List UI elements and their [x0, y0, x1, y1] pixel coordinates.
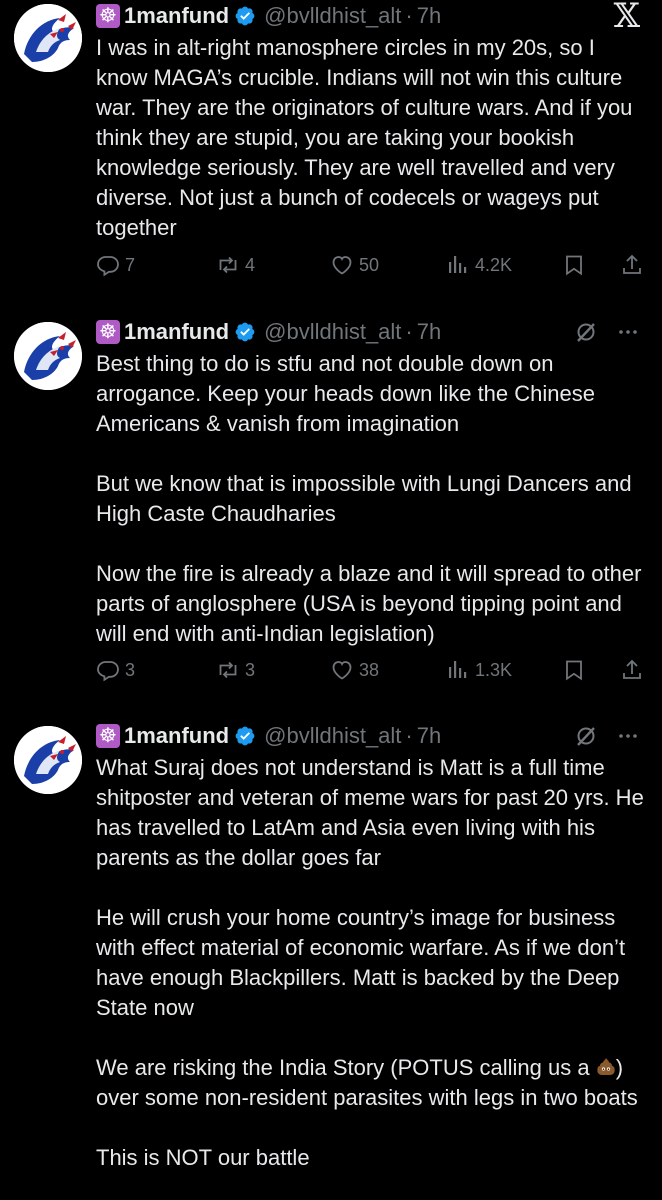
- views-icon: [446, 658, 470, 682]
- reply-count: 7: [125, 254, 136, 275]
- repost-button[interactable]: 4: [216, 250, 255, 280]
- separator-dot: ·: [405, 3, 413, 28]
- heart-icon: [330, 658, 354, 682]
- grok-icon[interactable]: [574, 724, 598, 748]
- repost-button[interactable]: 3: [216, 655, 255, 685]
- tweet-text: Best thing to do is stfu and not double …: [96, 349, 644, 649]
- display-name[interactable]: 1manfund: [124, 720, 229, 752]
- avatar-dragon-image: [14, 726, 82, 794]
- pile-of-poo-icon: [597, 1058, 615, 1075]
- views-button[interactable]: 4.2K: [446, 250, 512, 280]
- grok-icon[interactable]: [574, 320, 598, 344]
- handle[interactable]: @bvlldhist_alt: [264, 316, 401, 348]
- timestamp[interactable]: 7h: [417, 316, 441, 348]
- share-button[interactable]: [620, 250, 644, 280]
- tweet-paragraph: What Suraj does not understand is Matt i…: [96, 755, 644, 870]
- share-icon: [620, 253, 644, 277]
- verified-badge-icon: [234, 5, 256, 27]
- tweet-paragraph: Best thing to do is stfu and not double …: [96, 351, 595, 436]
- action-bar: 3 3 38 1.3K: [0, 655, 662, 685]
- display-name[interactable]: 1manfund: [124, 316, 229, 348]
- wheel-of-dharma-icon: ☸: [96, 724, 120, 748]
- bookmark-icon: [562, 253, 586, 277]
- tweet-paragraph: This is NOT our battle: [96, 1145, 310, 1170]
- repost-count: 3: [245, 659, 256, 680]
- paragraph-text: We are risking the India Story (POTUS ca…: [96, 1055, 596, 1080]
- tweet-text: What Suraj does not understand is Matt i…: [96, 753, 644, 1173]
- views-button[interactable]: 1.3K: [446, 655, 512, 685]
- tweet-paragraph: He will crush your home country’s image …: [96, 905, 626, 1020]
- like-button[interactable]: 50: [330, 250, 379, 280]
- timestamp[interactable]: 7h: [417, 0, 441, 32]
- verified-badge-icon: [234, 321, 256, 343]
- separator-dot: ·: [405, 319, 413, 344]
- views-icon: [446, 253, 470, 277]
- tweet-paragraph: We are risking the India Story (POTUS ca…: [96, 1053, 644, 1113]
- heart-icon: [330, 253, 354, 277]
- repost-icon: [216, 658, 240, 682]
- separator-dot: ·: [405, 723, 413, 748]
- tweet-paragraph: Now the fire is already a blaze and it w…: [96, 561, 642, 646]
- x-logo-icon: 𝕏: [613, 0, 640, 36]
- avatar[interactable]: [14, 726, 82, 794]
- bookmark-button[interactable]: [562, 655, 586, 685]
- repost-count: 4: [245, 254, 256, 275]
- avatar-dragon-image: [14, 322, 82, 390]
- reply-icon: [96, 658, 120, 682]
- tweet-paragraph: But we know that is impossible with Lung…: [96, 471, 632, 526]
- handle[interactable]: @bvlldhist_alt: [264, 720, 401, 752]
- tweet-header: ☸ 1manfund @bvlldhist_alt · 7h: [96, 316, 644, 348]
- display-name[interactable]: 1manfund: [124, 0, 229, 32]
- wheel-of-dharma-icon: ☸: [96, 320, 120, 344]
- wheel-of-dharma-icon: ☸: [96, 4, 120, 28]
- avatar[interactable]: [14, 4, 82, 72]
- like-count: 38: [359, 659, 380, 680]
- avatar-dragon-image: [14, 4, 82, 72]
- bookmark-icon: [562, 658, 586, 682]
- tweet-header: ☸ 1manfund @bvlldhist_alt · 7h: [96, 0, 644, 32]
- bookmark-button[interactable]: [562, 250, 586, 280]
- tweet-header: ☸ 1manfund @bvlldhist_alt · 7h: [96, 720, 644, 752]
- reply-count: 3: [125, 659, 136, 680]
- views-count: 4.2K: [475, 254, 513, 275]
- more-options-icon[interactable]: [616, 320, 640, 344]
- like-count: 50: [359, 254, 380, 275]
- reply-icon: [96, 253, 120, 277]
- repost-icon: [216, 253, 240, 277]
- like-button[interactable]: 38: [330, 655, 379, 685]
- avatar[interactable]: [14, 322, 82, 390]
- tweet-paragraph: I was in alt-right manosphere circles in…: [96, 35, 633, 240]
- handle[interactable]: @bvlldhist_alt: [264, 0, 401, 32]
- tweet-text: I was in alt-right manosphere circles in…: [96, 33, 644, 243]
- verified-badge-icon: [234, 725, 256, 747]
- more-options-icon[interactable]: [616, 724, 640, 748]
- share-icon: [620, 658, 644, 682]
- reply-button[interactable]: 3: [96, 655, 135, 685]
- views-count: 1.3K: [475, 659, 513, 680]
- action-bar: 7 4 50 4.2K: [0, 250, 662, 280]
- share-button[interactable]: [620, 655, 644, 685]
- timestamp[interactable]: 7h: [417, 720, 441, 752]
- reply-button[interactable]: 7: [96, 250, 135, 280]
